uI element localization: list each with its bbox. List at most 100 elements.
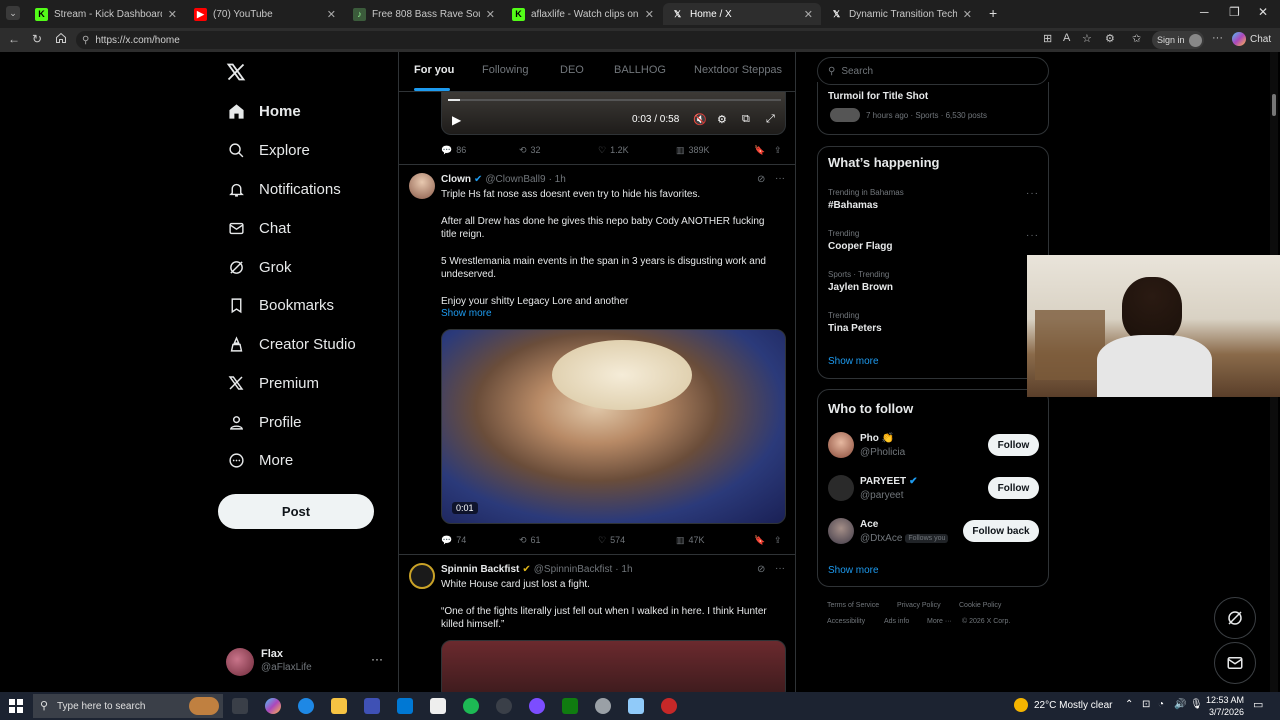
bookmark-icon[interactable]: 🔖 <box>754 145 765 156</box>
close-tab-icon[interactable]: ✕ <box>804 8 813 21</box>
follow-user-name[interactable]: Pho 👏 <box>860 433 894 444</box>
search-input[interactable]: ⚲ Search <box>817 57 1049 85</box>
taskbar-search-input[interactable]: ⚲ Type here to search <box>33 694 223 718</box>
avatar[interactable] <box>828 518 854 544</box>
share-icon[interactable]: ⇪ <box>774 535 782 546</box>
clock[interactable]: 12:53 AM 3/7/2026 <box>1204 694 1244 718</box>
footer-link[interactable]: Accessibility <box>827 618 865 625</box>
show-hidden-icons-icon[interactable]: ⌃ <box>1125 699 1133 710</box>
browser-tab-youtube[interactable]: ▶ (70) YouTube ✕ <box>186 3 344 25</box>
volume-icon[interactable]: 🔊 <box>1174 699 1186 710</box>
tab-following[interactable]: Following <box>482 64 528 76</box>
play-icon[interactable]: ▶ <box>452 113 461 127</box>
weather-text[interactable]: 22°C Mostly clear <box>1034 700 1112 711</box>
back-icon[interactable]: ← <box>8 32 20 46</box>
follow-user-name[interactable]: Ace <box>860 519 878 530</box>
tweet-author-handle[interactable]: @ClownBall9 <box>485 174 545 185</box>
tweet-author-handle[interactable]: @SpinninBackfist <box>534 564 613 575</box>
sidebar-item-bookmarks[interactable]: Bookmarks <box>227 290 334 320</box>
favorites-icon[interactable]: ✩ <box>1132 32 1141 45</box>
repost-button[interactable]: ⟲ 32 <box>519 145 541 156</box>
trend-card[interactable]: Turmoil for Title Shot 7 hours ago · Spo… <box>817 82 1049 135</box>
copilot-chat-button[interactable]: Chat <box>1232 32 1271 46</box>
more-icon[interactable]: ··· <box>775 563 785 574</box>
edge-browser-icon[interactable] <box>298 698 314 714</box>
sidebar-item-creator-studio[interactable]: Creator Studio <box>227 329 356 359</box>
microphone-icon[interactable]: 🎙 <box>1190 699 1203 710</box>
fullscreen-icon[interactable]: ⤢ <box>766 113 775 126</box>
xbox-icon[interactable] <box>562 698 578 714</box>
follow-button[interactable]: Follow <box>988 477 1039 499</box>
sidebar-item-grok[interactable]: Grok <box>227 252 292 282</box>
minimize-icon[interactable]: ─ <box>1200 5 1209 19</box>
favorite-star-icon[interactable]: ☆ <box>1082 32 1092 45</box>
tweet-author-name[interactable]: Clown <box>441 174 471 185</box>
follow-back-button[interactable]: Follow back <box>963 520 1039 542</box>
sidebar-item-more[interactable]: More <box>227 445 293 475</box>
tweet-time[interactable]: · 1h <box>549 174 566 185</box>
like-button[interactable]: ♡ 1.2K <box>598 145 629 156</box>
more-icon[interactable]: ··· <box>775 173 785 184</box>
more-icon[interactable]: ··· <box>1026 230 1039 241</box>
window-close-icon[interactable]: ✕ <box>1258 5 1268 19</box>
more-icon[interactable]: ··· <box>1026 188 1039 199</box>
tab-nextdoor-steppas[interactable]: Nextdoor Steppas <box>694 64 782 76</box>
maximize-icon[interactable]: ❐ <box>1229 5 1240 19</box>
store-icon[interactable] <box>364 698 380 714</box>
repost-button[interactable]: ⟲ 61 <box>519 535 541 546</box>
sidebar-item-premium[interactable]: Premium <box>227 368 319 398</box>
trend-topic[interactable]: #Bahamas <box>828 200 878 211</box>
weather-icon[interactable] <box>1014 698 1028 712</box>
footer-link[interactable]: Terms of Service <box>827 602 879 609</box>
browser-tab-808-bass[interactable]: ♪ Free 808 Bass Rave Sound Effects ✕ <box>345 3 503 25</box>
app-icon[interactable] <box>661 698 677 714</box>
share-icon[interactable]: ⇪ <box>774 145 782 156</box>
x-logo-icon[interactable] <box>226 62 246 82</box>
close-tab-icon[interactable]: ✕ <box>168 8 177 21</box>
close-tab-icon[interactable]: ✕ <box>486 8 495 21</box>
tab-actions-icon[interactable]: ⌄ <box>6 6 20 20</box>
browser-tab-dynamic-transition[interactable]: 𝕏 Dynamic Transition Techniques in ✕ <box>822 3 980 25</box>
footer-link[interactable]: Ads info <box>884 618 909 625</box>
new-tab-icon[interactable]: + <box>989 5 997 21</box>
tab-for-you[interactable]: For you <box>414 64 454 76</box>
scrollbar-thumb[interactable] <box>1272 94 1276 116</box>
notifications-icon[interactable]: ▭ <box>1253 698 1263 711</box>
avatar[interactable] <box>828 432 854 458</box>
sidebar-item-chat[interactable]: Chat <box>227 213 291 243</box>
browser-tab-aflaxlife-kick[interactable]: K aflaxlife - Watch clips on Kick ✕ <box>504 3 662 25</box>
sidebar-item-explore[interactable]: Explore <box>227 135 310 165</box>
address-bar[interactable]: ⚲ https://x.com/home <box>76 31 1180 49</box>
obs-icon[interactable] <box>529 698 545 714</box>
picture-in-picture-icon[interactable]: ⧉ <box>742 113 750 126</box>
like-button[interactable]: ♡ 574 <box>598 535 625 546</box>
avatar[interactable] <box>409 173 435 199</box>
trend-topic[interactable]: Cooper Flagg <box>828 241 892 252</box>
footer-link[interactable]: Privacy Policy <box>897 602 941 609</box>
views-button[interactable]: ▥ 389K <box>676 145 710 156</box>
follow-user-name[interactable]: PARYEET <box>860 476 906 487</box>
footer-link[interactable]: More ··· <box>927 618 952 625</box>
reload-icon[interactable]: ↻ <box>32 32 42 46</box>
site-info-icon[interactable]: ⚲ <box>82 35 89 46</box>
mute-icon[interactable]: 🔇 <box>693 113 707 126</box>
reply-button[interactable]: 💬 74 <box>441 535 466 546</box>
sidebar-item-notifications[interactable]: Notifications <box>227 174 341 204</box>
bookmark-icon[interactable]: 🔖 <box>754 535 765 546</box>
show-more-link[interactable]: Show more <box>441 308 492 319</box>
views-button[interactable]: ▥ 47K <box>676 535 705 546</box>
tweet[interactable]: Clown ✔ @ClownBall9 · 1h ⊘ ··· Triple Hs… <box>399 165 795 555</box>
extensions-icon[interactable]: ⚙ <box>1105 32 1115 45</box>
read-aloud-icon[interactable]: A <box>1063 32 1070 44</box>
browser-tab-kick-dashboard[interactable]: K Stream - Kick Dashboard ✕ <box>27 3 185 25</box>
settings-more-icon[interactable]: ··· <box>1212 32 1223 44</box>
tweet-author-name[interactable]: Spinnin Backfist <box>441 564 519 575</box>
avatar[interactable] <box>409 563 435 589</box>
settings-icon[interactable]: ⚙ <box>717 113 727 126</box>
media-player-icon[interactable] <box>496 698 512 714</box>
close-tab-icon[interactable]: ✕ <box>963 8 972 21</box>
avatar[interactable] <box>828 475 854 501</box>
messages-floating-button[interactable] <box>1214 642 1256 684</box>
notepad-icon[interactable] <box>430 698 446 714</box>
close-tab-icon[interactable]: ✕ <box>327 8 336 21</box>
